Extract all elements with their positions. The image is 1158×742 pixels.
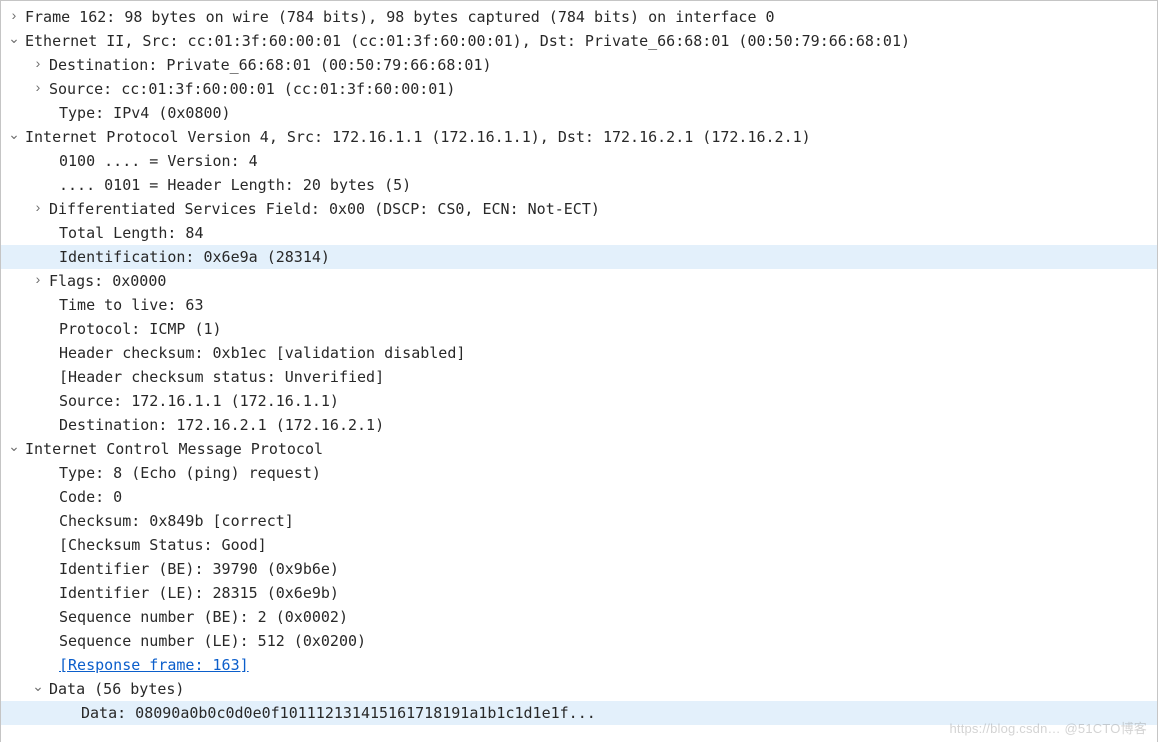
ip-identification: Identification: 0x6e9a (28314) xyxy=(55,245,330,269)
ethernet-summary: Ethernet II, Src: cc:01:3f:60:00:01 (cc:… xyxy=(21,29,910,53)
icmp-response-frame-row[interactable]: [Response frame: 163] xyxy=(1,653,1157,677)
icmp-type-row[interactable]: Type: 8 (Echo (ping) request) xyxy=(1,461,1157,485)
icmp-id-be: Identifier (BE): 39790 (0x9b6e) xyxy=(55,557,339,581)
ip-source-row[interactable]: Source: 172.16.1.1 (172.16.1.1) xyxy=(1,389,1157,413)
ip-dsfield-row[interactable]: Differentiated Services Field: 0x00 (DSC… xyxy=(1,197,1157,221)
ethernet-destination: Destination: Private_66:68:01 (00:50:79:… xyxy=(45,53,492,77)
ethernet-source-row[interactable]: Source: cc:01:3f:60:00:01 (cc:01:3f:60:0… xyxy=(1,77,1157,101)
frame-summary-row[interactable]: Frame 162: 98 bytes on wire (784 bits), … xyxy=(1,5,1157,29)
ethernet-summary-row[interactable]: Ethernet II, Src: cc:01:3f:60:00:01 (cc:… xyxy=(1,29,1157,53)
ip-flags-row[interactable]: Flags: 0x0000 xyxy=(1,269,1157,293)
icmp-checksum-status: [Checksum Status: Good] xyxy=(55,533,267,557)
icmp-checksum-status-row[interactable]: [Checksum Status: Good] xyxy=(1,533,1157,557)
expand-icon[interactable] xyxy=(7,4,21,30)
icmp-id-le: Identifier (LE): 28315 (0x6e9b) xyxy=(55,581,339,605)
expand-icon[interactable] xyxy=(31,52,45,78)
icmp-checksum: Checksum: 0x849b [correct] xyxy=(55,509,294,533)
ethernet-destination-row[interactable]: Destination: Private_66:68:01 (00:50:79:… xyxy=(1,53,1157,77)
icmp-seq-le: Sequence number (LE): 512 (0x0200) xyxy=(55,629,366,653)
ip-protocol: Protocol: ICMP (1) xyxy=(55,317,222,341)
icmp-code: Code: 0 xyxy=(55,485,122,509)
ip-destination: Destination: 172.16.2.1 (172.16.2.1) xyxy=(55,413,384,437)
ip-version-row[interactable]: 0100 .... = Version: 4 xyxy=(1,149,1157,173)
ip-flags: Flags: 0x0000 xyxy=(45,269,166,293)
ip-ttl-row[interactable]: Time to live: 63 xyxy=(1,293,1157,317)
icmp-data-bytes: Data: 08090a0b0c0d0e0f101112131415161718… xyxy=(77,701,596,725)
collapse-icon[interactable] xyxy=(7,436,21,462)
ip-destination-row[interactable]: Destination: 172.16.2.1 (172.16.2.1) xyxy=(1,413,1157,437)
ip-dsfield: Differentiated Services Field: 0x00 (DSC… xyxy=(45,197,600,221)
ethernet-type-row[interactable]: Type: IPv4 (0x0800) xyxy=(1,101,1157,125)
expand-icon[interactable] xyxy=(31,268,45,294)
icmp-seq-be: Sequence number (BE): 2 (0x0002) xyxy=(55,605,348,629)
icmp-summary-row[interactable]: Internet Control Message Protocol xyxy=(1,437,1157,461)
icmp-code-row[interactable]: Code: 0 xyxy=(1,485,1157,509)
icmp-seq-be-row[interactable]: Sequence number (BE): 2 (0x0002) xyxy=(1,605,1157,629)
collapse-icon[interactable] xyxy=(31,676,45,702)
ip-summary-row[interactable]: Internet Protocol Version 4, Src: 172.16… xyxy=(1,125,1157,149)
expand-icon[interactable] xyxy=(31,196,45,222)
ip-identification-row[interactable]: Identification: 0x6e9a (28314) xyxy=(1,245,1157,269)
ip-checksum-row[interactable]: Header checksum: 0xb1ec [validation disa… xyxy=(1,341,1157,365)
ip-hdr-len-row[interactable]: .... 0101 = Header Length: 20 bytes (5) xyxy=(1,173,1157,197)
icmp-seq-le-row[interactable]: Sequence number (LE): 512 (0x0200) xyxy=(1,629,1157,653)
collapse-icon[interactable] xyxy=(7,124,21,150)
ip-hdr-len: .... 0101 = Header Length: 20 bytes (5) xyxy=(55,173,411,197)
ip-summary: Internet Protocol Version 4, Src: 172.16… xyxy=(21,125,811,149)
ip-checksum-status-row[interactable]: [Header checksum status: Unverified] xyxy=(1,365,1157,389)
ip-source: Source: 172.16.1.1 (172.16.1.1) xyxy=(55,389,339,413)
icmp-summary: Internet Control Message Protocol xyxy=(21,437,323,461)
collapse-icon[interactable] xyxy=(7,28,21,54)
icmp-checksum-row[interactable]: Checksum: 0x849b [correct] xyxy=(1,509,1157,533)
ip-checksum-status: [Header checksum status: Unverified] xyxy=(55,365,384,389)
watermark: https://blog.csdn… @51CTO博客 xyxy=(949,718,1147,737)
ethernet-source: Source: cc:01:3f:60:00:01 (cc:01:3f:60:0… xyxy=(45,77,455,101)
ethernet-type: Type: IPv4 (0x0800) xyxy=(55,101,231,125)
ip-protocol-row[interactable]: Protocol: ICMP (1) xyxy=(1,317,1157,341)
packet-details-pane[interactable]: Frame 162: 98 bytes on wire (784 bits), … xyxy=(0,0,1158,742)
expand-icon[interactable] xyxy=(31,76,45,102)
ip-total-len-row[interactable]: Total Length: 84 xyxy=(1,221,1157,245)
icmp-response-frame-link[interactable]: [Response frame: 163] xyxy=(55,653,249,677)
ip-ttl: Time to live: 63 xyxy=(55,293,204,317)
icmp-data-summary-row[interactable]: Data (56 bytes) xyxy=(1,677,1157,701)
ip-total-len: Total Length: 84 xyxy=(55,221,204,245)
icmp-type: Type: 8 (Echo (ping) request) xyxy=(55,461,321,485)
icmp-id-le-row[interactable]: Identifier (LE): 28315 (0x6e9b) xyxy=(1,581,1157,605)
ip-checksum: Header checksum: 0xb1ec [validation disa… xyxy=(55,341,465,365)
icmp-id-be-row[interactable]: Identifier (BE): 39790 (0x9b6e) xyxy=(1,557,1157,581)
ip-version: 0100 .... = Version: 4 xyxy=(55,149,258,173)
frame-summary: Frame 162: 98 bytes on wire (784 bits), … xyxy=(21,5,775,29)
icmp-data-summary: Data (56 bytes) xyxy=(45,677,184,701)
